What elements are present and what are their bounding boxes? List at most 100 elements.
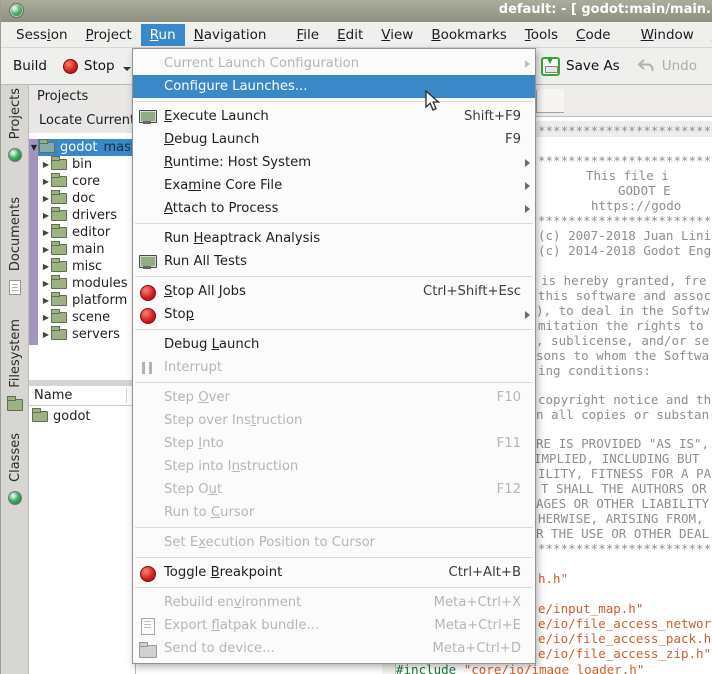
code-line: R THE USE OR OTHER DEAL [536,527,709,541]
tree-item-godot[interactable]: ▼godotmaster [29,139,136,156]
menu-item-step-into-instruction[interactable]: Step into Instruction [133,455,535,478]
menu-item-attach-to-process[interactable]: Attach to Process [133,197,535,220]
tree-item-modules[interactable]: ▶modules [29,275,136,292]
expand-arrow-icon[interactable]: ▶ [41,245,51,254]
menu-item-configure-launches[interactable]: Configure Launches... [133,75,535,98]
code-line: https://godo [591,199,681,213]
editor-tab[interactable] [536,89,564,113]
save-as-button[interactable]: Save As [533,53,628,80]
menu-item-label: Run to Cursor [164,505,254,520]
menubar-item-bookmarks[interactable]: Bookmarks [422,24,515,46]
menu-item-export-flatpak-bundle[interactable]: Export flatpak bundle...Meta+Ctrl+E [133,614,535,637]
menu-item-step-into[interactable]: Step IntoF11 [133,432,535,455]
code-line: e/io/file_access_networ [538,617,711,631]
name-column-header[interactable]: Name [29,386,136,406]
stop-label: Stop [84,58,115,74]
menu-item-step-out[interactable]: Step OutF12 [133,478,535,501]
menu-separator [133,98,535,105]
folder-icon [51,244,67,255]
stop-dropdown-caret[interactable] [123,67,131,71]
menu-item-label: Run Heaptrack Analysis [164,231,320,246]
menu-icon-spacer [136,595,160,611]
menubar-item-edit[interactable]: Edit [328,24,372,46]
folder-icon [51,210,67,221]
tree-item-main[interactable]: ▶main [29,241,136,258]
menubar-item-code[interactable]: Code [567,24,620,46]
expand-arrow-icon[interactable]: ▶ [41,262,51,271]
expand-arrow-icon[interactable]: ▶ [41,296,51,305]
menu-item-toggle-breakpoint[interactable]: Toggle Breakpoint Ctrl+Alt+B [133,561,535,584]
submenu-arrow-icon [525,311,530,319]
code-line: (c) 2014-2018 Godot Eng [538,244,711,258]
expand-arrow-icon[interactable]: ▶ [41,177,51,186]
menu-item-step-over-instruction[interactable]: Step over Instruction [133,409,535,432]
collapse-arrow-icon[interactable]: ▼ [29,143,39,152]
tree-item-platform[interactable]: ▶platform [29,292,136,309]
menu-item-execute-launch[interactable]: Execute LaunchShift+F9 [133,105,535,128]
expand-arrow-icon[interactable]: ▶ [41,228,51,237]
menu-item-label: Execute Launch [164,109,269,124]
expand-arrow-icon[interactable]: ▶ [41,160,51,169]
menu-item-interrupt[interactable]: Interrupt [133,356,535,379]
menu-item-run-heaptrack-analysis[interactable]: Run Heaptrack Analysis [133,227,535,250]
build-button[interactable]: Build [5,54,55,78]
mouse-cursor [425,90,444,112]
expand-arrow-icon[interactable]: ▶ [41,330,51,339]
filesystem-icon [7,399,23,411]
code-line: This file i [586,169,669,183]
dock-tab-projects[interactable]: Projects [1,88,29,162]
menu-item-run-to-cursor[interactable]: Run to Cursor [133,501,535,524]
expand-arrow-icon[interactable]: ▶ [41,194,51,203]
menu-item-step-over[interactable]: Step OverF10 [133,386,535,409]
menubar-item-window[interactable]: Window [632,24,703,46]
menubar-item-session[interactable]: Session [7,24,77,46]
menubar-item-tools[interactable]: Tools [516,24,567,46]
menu-item-send-to-device[interactable]: Send to device...Meta+Ctrl+D [133,637,535,660]
menu-item-examine-core-file[interactable]: Examine Core File [133,174,535,197]
tree-item-doc[interactable]: ▶doc [29,190,136,207]
menu-item-label: Toggle Breakpoint [164,565,282,580]
menu-item-stop-all-jobs[interactable]: Stop All JobsCtrl+Shift+Esc [133,280,535,303]
menu-item-set-execution-position-to-cursor[interactable]: Set Execution Position to Cursor [133,531,535,554]
locate-current-document-button[interactable]: Locate Current Document [29,109,135,133]
tree-item-drivers[interactable]: ▶drivers [29,207,136,224]
menu-item-debug-launch[interactable]: Debug LaunchF9 [133,128,535,151]
menu-separator [133,524,535,531]
dock-tab-classes[interactable]: Classes [1,433,29,505]
submenu-arrow-icon [525,182,530,190]
undo-button[interactable]: Undo [628,54,705,78]
menu-item-rebuild-environment[interactable]: Rebuild environmentMeta+Ctrl+X [133,591,535,614]
tree-item-bin[interactable]: ▶bin [29,156,136,173]
dock-tab-label: Projects [8,88,23,139]
code-line: , sublicense, and/or se [536,334,709,348]
menu-item-shortcut: Ctrl+Alt+B [449,565,535,580]
menubar-item-run[interactable]: Run [141,24,185,46]
tree-item-servers[interactable]: ▶servers [29,326,136,343]
code-line: is hereby granted, fre [541,274,707,288]
menu-item-run-all-tests[interactable]: Run All Tests [133,250,535,273]
tree-item-editor[interactable]: ▶editor [29,224,136,241]
expand-arrow-icon[interactable]: ▶ [41,313,51,322]
dock-tab-filesystem[interactable]: Filesystem [1,319,29,411]
dock-tab-documents[interactable]: Documents [1,197,29,295]
menubar-item-settings[interactable]: Settings [703,24,712,46]
tree-item-scene[interactable]: ▶scene [29,309,136,326]
code-line: e/input_map.h" [538,602,643,616]
tree-item-core[interactable]: ▶core [29,173,136,190]
menubar-item-project[interactable]: Project [77,24,141,46]
menubar-item-view[interactable]: View [372,24,422,46]
expand-arrow-icon[interactable]: ▶ [41,211,51,220]
menubar-item-navigation[interactable]: Navigation [185,24,276,46]
menu-item-current-launch-configuration[interactable]: Current Launch Configuration [133,52,535,75]
tree-item-misc[interactable]: ▶misc [29,258,136,275]
menu-item-debug-launch[interactable]: Debug Launch [133,333,535,356]
menubar-item-file[interactable]: File [287,24,328,46]
menu-icon-spacer [136,390,160,406]
stop-button[interactable]: Stop [55,54,139,78]
menu-item-stop[interactable]: Stop [133,303,535,326]
code-line: GODOT E [618,184,671,198]
expand-arrow-icon[interactable]: ▶ [41,279,51,288]
project-row-godot[interactable]: godot [29,406,136,426]
menu-item-runtime-host-system[interactable]: Runtime: Host System [133,151,535,174]
monitor-icon [136,254,160,270]
